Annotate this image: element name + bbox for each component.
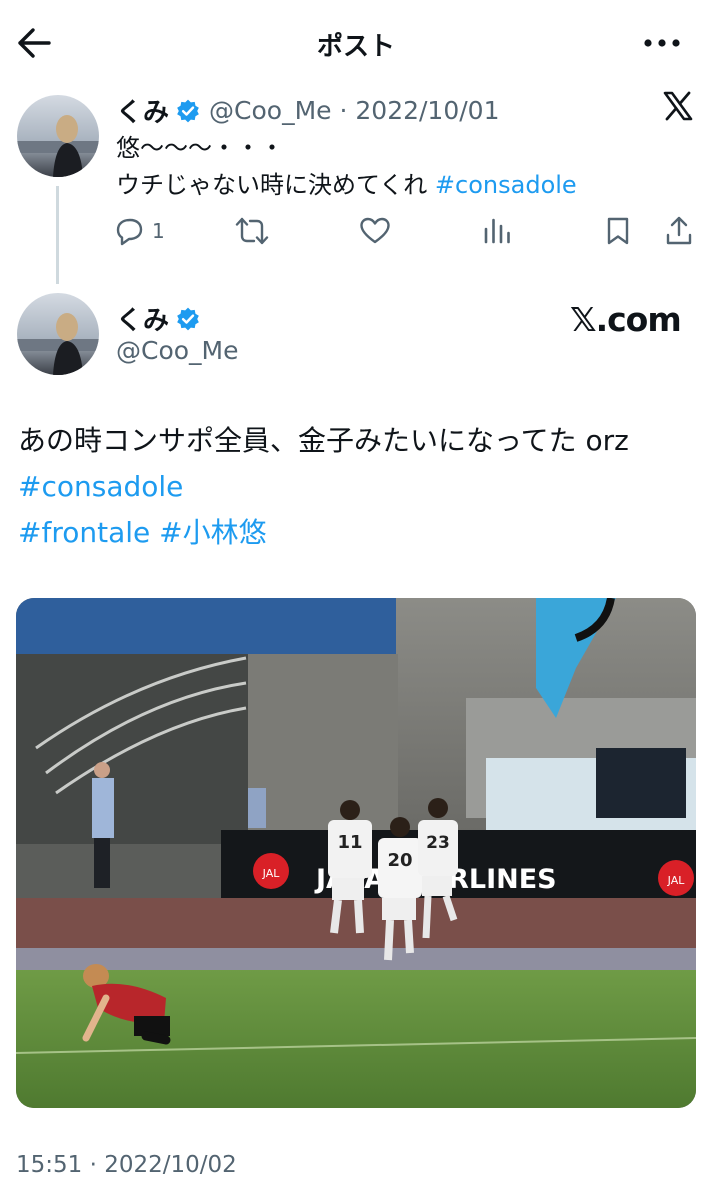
- bookmark-icon: [607, 217, 629, 245]
- tweet-photo[interactable]: JAL JAL JAPAN AIRLINES 11 20 23: [16, 598, 696, 1108]
- main-author-row: くみ: [116, 300, 201, 337]
- reply-text-line2: ウチじゃない時に決めてくれ: [116, 171, 428, 199]
- hashtag-link[interactable]: #consadole: [435, 171, 577, 199]
- bookmark-button[interactable]: [604, 211, 632, 251]
- reply-author-row: くみ @Coo_Me · 2022/10/01: [116, 92, 499, 129]
- xcom-logo: 𝕏.com: [570, 300, 682, 339]
- player-number: 11: [337, 832, 362, 853]
- post-timestamp: 15:51 · 2022/10/02: [16, 1152, 237, 1178]
- main-text-line1: あの時コンサポ全員、金子みたいになってた orz: [18, 424, 629, 457]
- views-icon: [484, 218, 510, 244]
- reply-avatar[interactable]: [17, 95, 99, 177]
- top-bar: ポスト: [0, 0, 712, 86]
- share-icon: [666, 216, 692, 245]
- photo-scene: JAL JAL JAPAN AIRLINES 11 20 23: [16, 598, 696, 1108]
- hashtag-link[interactable]: #consadole: [18, 470, 183, 503]
- hashtag-link[interactable]: #frontale: [18, 516, 150, 549]
- jal-badge-left: JAL: [262, 867, 281, 880]
- more-horizontal-icon: [644, 39, 680, 47]
- jal-badge-right: JAL: [667, 874, 686, 887]
- player-number: 23: [426, 833, 450, 853]
- main-handle[interactable]: @Coo_Me: [116, 336, 239, 365]
- main-avatar[interactable]: [17, 293, 99, 375]
- hashtag-link[interactable]: #小林悠: [159, 516, 266, 549]
- main-text: あの時コンサポ全員、金子みたいになってた orz #consadole #fro…: [18, 418, 698, 556]
- verified-badge-icon: [177, 307, 199, 330]
- heart-icon: [360, 217, 390, 244]
- reply-button[interactable]: 1: [112, 211, 165, 251]
- main-display-name[interactable]: くみ: [116, 300, 169, 337]
- like-button[interactable]: [358, 211, 392, 251]
- verified-badge-icon: [177, 99, 199, 122]
- retweet-button[interactable]: [234, 211, 270, 251]
- reply-handle-date[interactable]: @Coo_Me · 2022/10/01: [209, 96, 499, 125]
- share-button[interactable]: [664, 211, 694, 251]
- reply-text: 悠〜〜〜・・・ ウチじゃない時に決めてくれ #consadole: [116, 130, 676, 204]
- views-button[interactable]: [482, 211, 512, 251]
- reply-text-line2-row: ウチじゃない時に決めてくれ #consadole: [116, 167, 676, 204]
- page-title: ポスト: [316, 32, 395, 62]
- retweet-icon: [235, 217, 269, 245]
- player-number: 20: [387, 850, 412, 871]
- reply-count: 1: [152, 219, 165, 243]
- reply-display-name[interactable]: くみ: [116, 92, 169, 129]
- more-options-button[interactable]: [642, 28, 682, 58]
- thread-connector-line: [56, 186, 59, 284]
- reply-action-bar: 1: [112, 211, 702, 251]
- reply-icon: [116, 218, 143, 246]
- x-logo-icon: [663, 91, 693, 121]
- reply-text-line1: 悠〜〜〜・・・: [116, 134, 284, 162]
